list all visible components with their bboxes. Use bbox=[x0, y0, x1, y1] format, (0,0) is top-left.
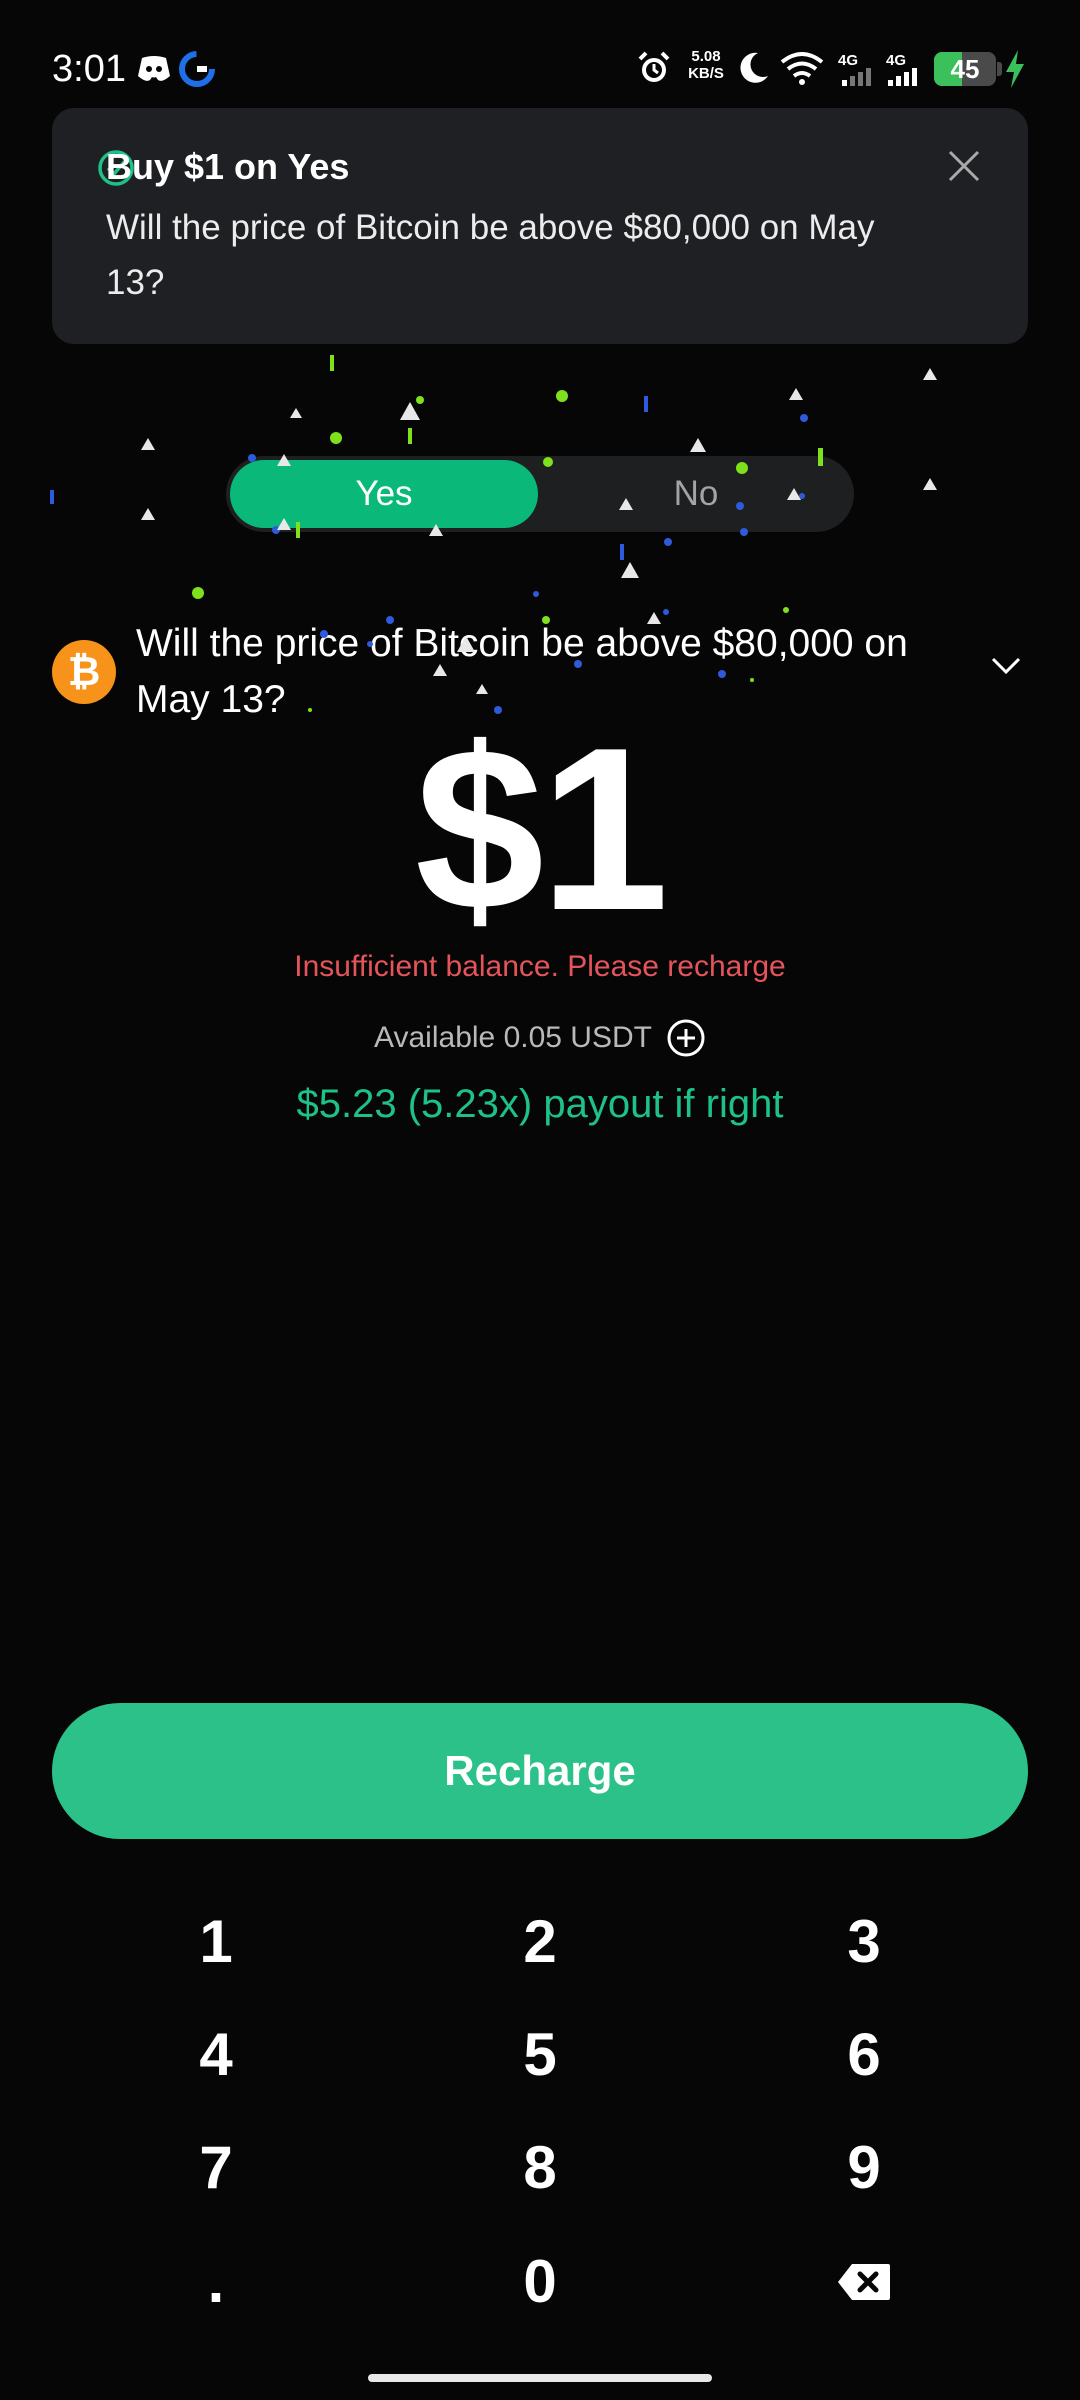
plus-circle-icon[interactable] bbox=[666, 1018, 706, 1058]
payout-text: $5.23 (5.23x) payout if right bbox=[296, 1082, 784, 1126]
key-1[interactable]: 1 bbox=[116, 1892, 316, 1992]
signal-icon-2 bbox=[888, 68, 917, 86]
signal-icon bbox=[842, 68, 871, 86]
toast-body: Will the price of Bitcoin be above $80,0… bbox=[106, 208, 875, 302]
toggle-yes[interactable]: Yes bbox=[230, 460, 538, 528]
charging-icon bbox=[1006, 50, 1024, 88]
key-4[interactable]: 4 bbox=[116, 2005, 316, 2105]
recharge-button[interactable]: Recharge bbox=[52, 1703, 1028, 1839]
net-speed: 5.08 KB/S bbox=[684, 48, 728, 82]
alarm-icon bbox=[638, 51, 670, 82]
key-6[interactable]: 6 bbox=[764, 2005, 964, 2105]
available-balance: Available 0.05 USDT bbox=[374, 1021, 652, 1054]
amount-display: $1 bbox=[414, 700, 669, 959]
battery-level: 45 bbox=[950, 54, 980, 84]
key-decimal[interactable]: . bbox=[116, 2232, 316, 2332]
wifi-icon bbox=[780, 52, 824, 85]
toast-title: Buy $1 on Yes bbox=[106, 146, 350, 187]
close-icon[interactable] bbox=[946, 148, 982, 184]
battery-tip bbox=[997, 62, 1002, 76]
backspace-icon bbox=[838, 2264, 890, 2300]
net-speed-unit: KB/S bbox=[688, 65, 724, 82]
home-indicator[interactable] bbox=[368, 2374, 712, 2382]
app-g-icon bbox=[179, 51, 215, 87]
signal-label-1: 4G bbox=[838, 52, 859, 69]
key-3[interactable]: 3 bbox=[764, 1892, 964, 1992]
status-time: 3:01 bbox=[52, 48, 126, 90]
available-balance-row: Available 0.05 USDT bbox=[0, 1018, 1080, 1058]
yes-no-toggle: Yes No bbox=[226, 456, 854, 532]
key-9[interactable]: 9 bbox=[764, 2118, 964, 2218]
toggle-no[interactable]: No bbox=[542, 460, 850, 528]
key-2[interactable]: 2 bbox=[440, 1892, 640, 1992]
key-0[interactable]: 0 bbox=[440, 2232, 640, 2332]
key-8[interactable]: 8 bbox=[440, 2118, 640, 2218]
key-7[interactable]: 7 bbox=[116, 2118, 316, 2218]
insufficient-balance-error: Insufficient balance. Please recharge bbox=[294, 950, 786, 983]
signal-label-2: 4G bbox=[886, 52, 907, 69]
net-speed-value: 5.08 bbox=[691, 48, 721, 65]
chevron-down-icon[interactable] bbox=[990, 656, 1022, 676]
discord-icon bbox=[138, 56, 170, 81]
key-5[interactable]: 5 bbox=[440, 2005, 640, 2105]
battery-icon: 45 bbox=[934, 52, 996, 86]
bitcoin-icon: ₿ bbox=[52, 640, 116, 704]
key-backspace[interactable] bbox=[764, 2232, 964, 2332]
moon-icon bbox=[740, 52, 768, 83]
